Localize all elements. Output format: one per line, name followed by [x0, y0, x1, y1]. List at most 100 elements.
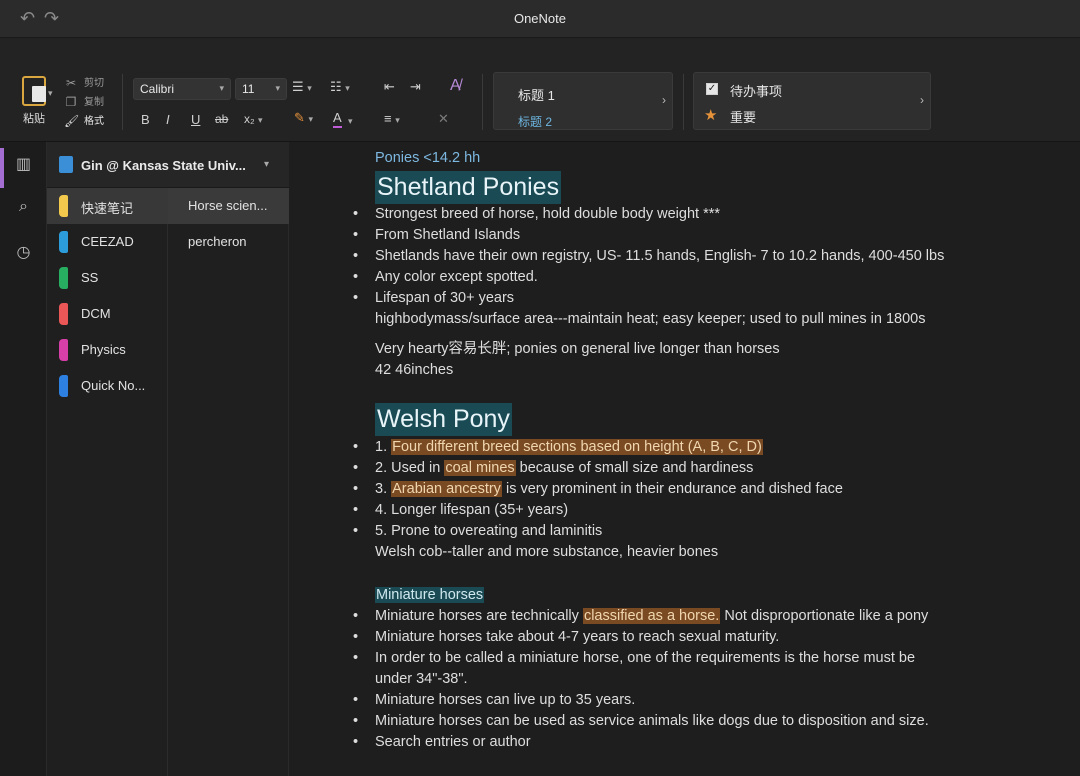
heading-welsh: Welsh Pony — [375, 403, 512, 436]
copy-button[interactable]: ❐ 复制 — [64, 93, 104, 112]
list-item: Any color except spotted. — [353, 269, 538, 285]
clipboard-group: ✂ 剪切 ❐ 复制 🖌 格式 — [64, 74, 104, 131]
format-painter-button[interactable]: 🖌 格式 — [64, 112, 104, 131]
section-item[interactable]: Physics — [47, 332, 168, 368]
section-name: CEEZAD — [81, 234, 134, 249]
list-item: Miniature horses are technically classif… — [353, 608, 928, 624]
ribbon-tab-row — [0, 38, 1080, 64]
ribbon: 粘贴 ▾ ✂ 剪切 ❐ 复制 🖌 格式 Calibri ▾ 11 ▾ ☰ ▾ ☷… — [0, 64, 1080, 142]
copy-label: 复制 — [84, 97, 104, 108]
decrease-indent-icon[interactable]: ⇤ — [384, 79, 395, 95]
search-icon[interactable]: ⌕ — [0, 198, 47, 216]
cut-button[interactable]: ✂ 剪切 — [64, 74, 104, 93]
font-color-chevron-icon[interactable]: ▾ — [348, 112, 353, 127]
chevron-down-icon: ▾ — [264, 159, 270, 170]
brush-icon: 🖌 — [64, 114, 80, 128]
section-item[interactable]: SS — [47, 260, 168, 296]
star-icon: ★ — [704, 107, 718, 124]
format-label: 格式 — [84, 116, 104, 127]
note-line: 42 46inches — [375, 362, 454, 378]
ribbon-divider — [482, 74, 483, 130]
highlighted-text: coal mines — [444, 460, 516, 476]
recent-icon[interactable]: ◷ — [0, 242, 47, 262]
styles-gallery[interactable]: 标题 1 标题 2 › — [493, 72, 673, 130]
chevron-down-icon: ▾ — [219, 83, 224, 93]
note-line: Welsh cob--taller and more substance, he… — [375, 544, 719, 560]
note-line: Very hearty容易长胖; ponies on general live … — [375, 341, 780, 357]
page-item[interactable]: percheron — [168, 224, 289, 260]
font-name-value: Calibri — [140, 82, 175, 96]
tag-important[interactable]: 重要 — [730, 107, 756, 126]
section-name: 快速笔记 — [81, 201, 134, 216]
notebooks-icon[interactable]: ▥ — [0, 154, 47, 174]
note-caption: Ponies <14.2 hh — [375, 150, 481, 166]
bullets-button[interactable]: ☰ ▾ — [292, 79, 312, 95]
section-item[interactable]: DCM — [47, 296, 168, 332]
list-item: 1. Four different breed sections based o… — [353, 439, 763, 455]
font-size-select[interactable]: 11 ▾ — [235, 78, 287, 100]
section-item[interactable]: 快速笔记 — [47, 188, 168, 224]
section-item[interactable]: Quick No... — [47, 368, 168, 404]
notebook-name: Gin @ Kansas State Univ... — [81, 158, 246, 173]
note-line: under 34"-38". — [375, 671, 468, 687]
paste-label: 粘贴 — [23, 113, 45, 125]
highlighted-text: Four different breed sections based on h… — [391, 439, 763, 455]
font-color-icon[interactable]: A — [333, 110, 342, 128]
tags-gallery[interactable]: ✓ 待办事项 ★ 重要 › — [693, 72, 931, 130]
cut-label: 剪切 — [84, 78, 104, 89]
note-line: highbodymass/surface area---maintain hea… — [375, 311, 926, 327]
chevron-down-icon: ▾ — [275, 83, 280, 93]
list-item: Search entries or author — [353, 734, 531, 750]
list-item: 2. Used in coal mines because of small s… — [353, 460, 753, 476]
window-title: OneNote — [513, 11, 567, 26]
style-heading-1[interactable]: 标题 1 — [518, 85, 555, 104]
page-item[interactable]: Horse scien... — [168, 188, 289, 224]
checkbox-icon: ✓ — [706, 83, 718, 95]
list-item: Miniature horses can live up to 35 years… — [353, 692, 635, 708]
clear-format-icon[interactable]: A̸ — [450, 77, 461, 95]
section-item[interactable]: CEEZAD — [47, 224, 168, 260]
section-list: 快速笔记 CEEZAD SS DCM Physics Quick No... — [47, 188, 168, 776]
section-color-tab — [59, 339, 68, 361]
list-item: Shetlands have their own registry, US- 1… — [353, 248, 944, 264]
list-item: From Shetland Islands — [353, 227, 520, 243]
chevron-right-icon[interactable]: › — [662, 93, 666, 107]
subscript-button[interactable]: x₂ ▾ — [244, 112, 263, 126]
heading-shetland: Shetland Ponies — [375, 171, 562, 204]
section-color-tab — [59, 267, 68, 289]
section-color-tab — [59, 195, 68, 217]
font-size-value: 11 — [242, 82, 255, 96]
ribbon-divider — [683, 74, 684, 130]
delete-icon[interactable]: ✕ — [438, 111, 449, 127]
strikethrough-button[interactable]: ab — [215, 112, 228, 126]
underline-button[interactable]: U — [191, 112, 200, 127]
clipboard-icon — [22, 76, 46, 106]
navigation-rail: ▥ ⌕ ◷ — [0, 142, 47, 776]
paste-options-chevron-icon[interactable]: ▾ — [48, 84, 53, 99]
chevron-right-icon[interactable]: › — [920, 93, 924, 107]
list-item: 4. Longer lifespan (35+ years) — [353, 502, 568, 518]
font-name-select[interactable]: Calibri ▾ — [133, 78, 231, 100]
highlight-icon[interactable]: ✎ ▾ — [294, 110, 313, 126]
section-color-tab — [59, 303, 68, 325]
list-item: Miniature horses take about 4-7 years to… — [353, 629, 779, 645]
notebook-icon — [59, 156, 73, 173]
section-name: DCM — [81, 306, 111, 321]
section-color-tab — [59, 231, 68, 253]
highlighted-text: Arabian ancestry — [391, 481, 502, 497]
section-name: SS — [81, 270, 99, 285]
page-list: Horse scien... percheron — [168, 188, 289, 776]
tag-todo[interactable]: 待办事项 — [730, 81, 782, 100]
list-item: Miniature horses can be used as service … — [353, 713, 929, 729]
bold-button[interactable]: B — [141, 112, 150, 127]
style-heading-2[interactable]: 标题 2 — [518, 113, 552, 130]
align-icon[interactable]: ≡ ▾ — [384, 111, 400, 126]
numbering-button[interactable]: ☷ ▾ — [330, 79, 350, 95]
increase-indent-icon[interactable]: ⇥ — [410, 79, 421, 95]
page-name: Horse scien... — [188, 198, 268, 213]
section-name: Physics — [81, 342, 126, 357]
italic-button[interactable]: I — [166, 112, 170, 127]
notebook-selector[interactable]: Gin @ Kansas State Univ... ▾ — [47, 142, 289, 188]
page-name: percheron — [188, 234, 247, 249]
note-canvas[interactable]: Ponies <14.2 hh Shetland Ponies Stronges… — [290, 142, 1080, 776]
